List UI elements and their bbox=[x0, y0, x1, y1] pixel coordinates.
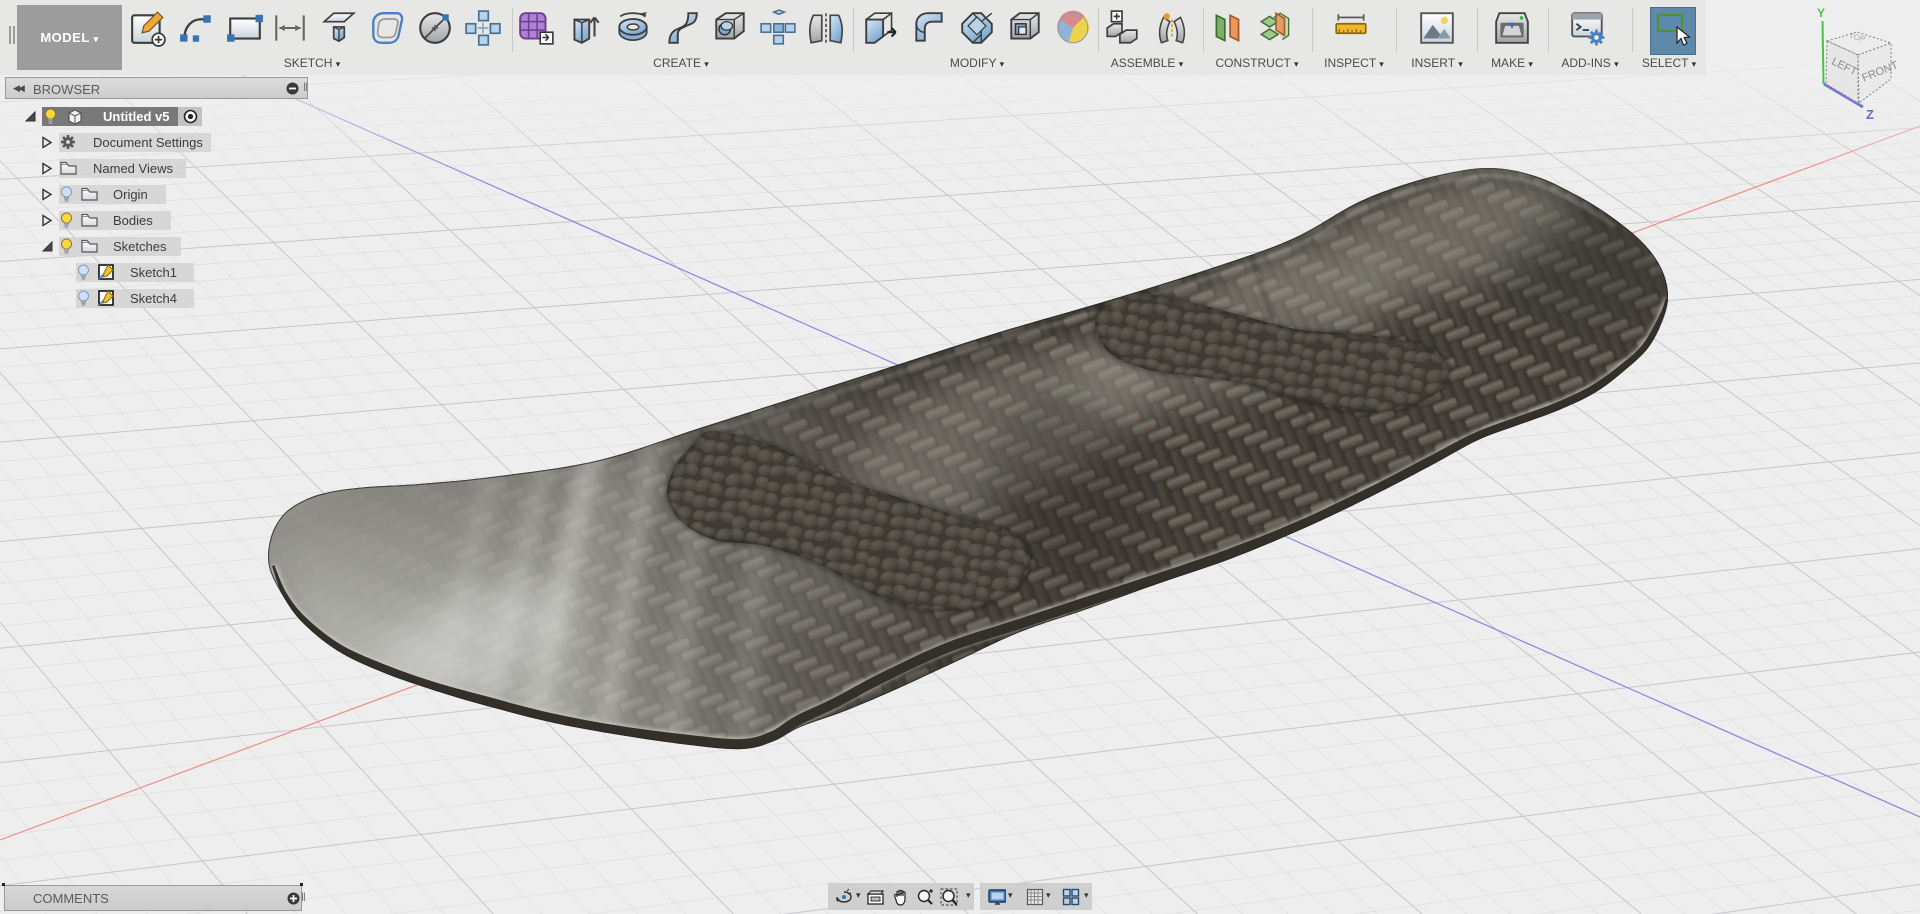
svg-text:Y: Y bbox=[1817, 6, 1825, 20]
svg-text:Z: Z bbox=[1866, 107, 1874, 122]
